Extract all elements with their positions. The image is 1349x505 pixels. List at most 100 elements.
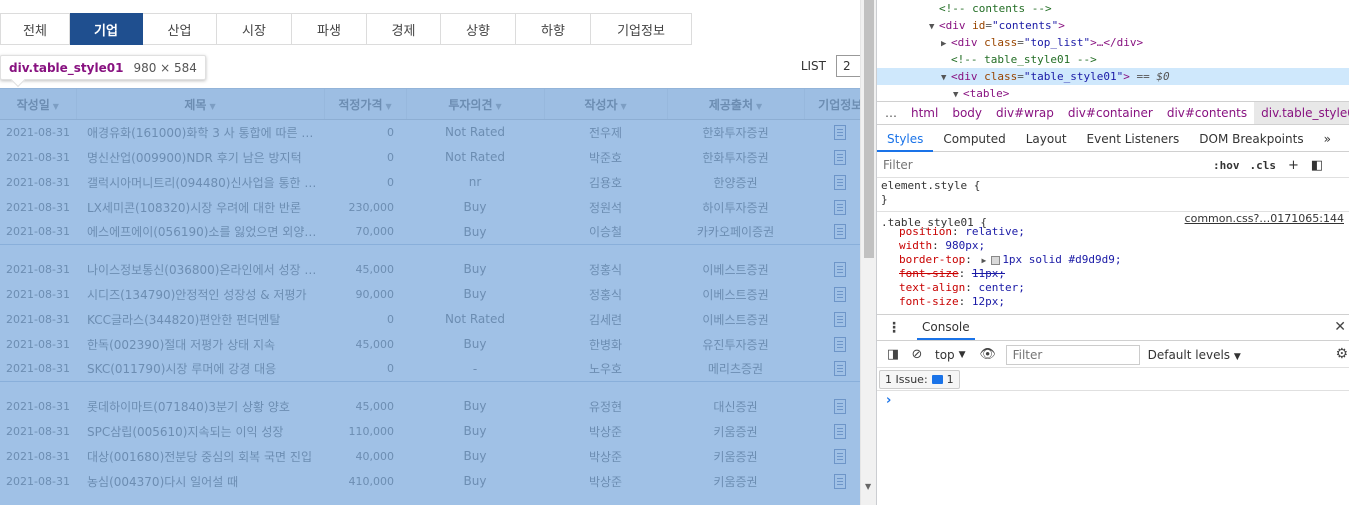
dom-node-line[interactable]: ▶ <div class="top_list">…</div> [877, 34, 1349, 51]
document-icon[interactable] [834, 336, 846, 352]
console-tab[interactable]: Console [917, 315, 975, 340]
breadcrumb-overflow[interactable]: … [877, 102, 904, 124]
panel-tab[interactable]: Styles [877, 126, 934, 152]
col-header-source[interactable]: 제공출처 ▼ [666, 88, 804, 120]
col-header-title[interactable]: 제목 ▼ [75, 88, 324, 120]
report-title-link[interactable]: LX세미콘(108320)시장 우려에 대한 반론 [76, 195, 324, 220]
more-tabs-icon[interactable]: » [1314, 126, 1341, 152]
col-header-date[interactable]: 작성일 ▼ [0, 88, 76, 120]
issues-button[interactable]: 1 Issue: 1 [879, 370, 960, 389]
new-rule-icon[interactable]: + [1288, 158, 1299, 173]
dom-node-line[interactable]: ▼ <table> [877, 85, 1349, 98]
clear-console-icon[interactable]: ⊘ [909, 347, 925, 363]
report-title-link[interactable]: 롯데하이마트(071840)3분기 상황 양호 [76, 394, 324, 419]
console-filter-input[interactable] [1005, 344, 1140, 365]
document-icon[interactable] [834, 361, 846, 377]
tab-3[interactable]: 산업 [143, 13, 217, 45]
dom-node-line[interactable]: ▼ <div class="table_style01"> == $0 [877, 68, 1349, 85]
document-icon[interactable] [834, 311, 846, 327]
page-scrollbar[interactable]: ▼ [860, 0, 876, 505]
report-title-link[interactable]: 에스에프에이(056190)소를 잃었으면 외양간을 [76, 219, 324, 245]
report-title-link[interactable]: SKC(011790)시장 루머에 강경 대응 [76, 356, 324, 382]
breadcrumb-item[interactable]: div#wrap [989, 102, 1061, 124]
report-title-link[interactable]: 한독(002390)절대 저평가 상태 지속 [76, 332, 324, 357]
toggle-sidebar-icon[interactable]: ◧ [1311, 158, 1323, 173]
document-icon[interactable] [834, 286, 846, 302]
breadcrumb-item[interactable]: html [904, 102, 945, 124]
tab-6[interactable]: 경제 [367, 13, 441, 45]
col-header-author[interactable]: 작성자 ▼ [543, 88, 667, 120]
css-property[interactable]: position: relative; [877, 225, 1349, 239]
document-icon[interactable] [834, 224, 846, 240]
dom-node-line[interactable]: <!-- table_style01 --> [877, 51, 1349, 68]
breadcrumb-item[interactable]: div#container [1061, 102, 1160, 124]
dom-node-line[interactable]: <!-- contents --> [877, 0, 1349, 17]
report-title-link[interactable]: 나이스정보통신(036800)온라인에서 성장 지속 [76, 257, 324, 282]
report-title-link[interactable]: SPC삼립(005610)지속되는 이익 성장 [76, 419, 324, 444]
log-levels-dropdown[interactable]: Default levels ▼ [1148, 348, 1241, 362]
report-title-link[interactable]: 시디즈(134790)안정적인 성장성 & 저평가 [76, 282, 324, 307]
css-property[interactable]: width: 980px; [877, 239, 1349, 253]
document-icon[interactable] [834, 261, 846, 277]
scrollbar-thumb[interactable] [864, 0, 874, 258]
sidebar-toggle-icon[interactable]: ◨ [885, 347, 901, 363]
panel-tab[interactable]: DOM Breakpoints [1189, 126, 1313, 152]
panel-tab[interactable]: Layout [1016, 126, 1077, 152]
group-separator [0, 382, 860, 394]
color-swatch[interactable] [991, 255, 1001, 265]
levels-label: Default levels [1147, 347, 1231, 362]
report-title-link[interactable]: 애경유화(161000)화학 3 사 통합에 따른 시너지 [76, 120, 324, 145]
report-title-link[interactable]: 대상(001680)전분당 중심의 회복 국면 진입 [76, 444, 324, 469]
close-drawer-icon[interactable]: ✕ [1334, 319, 1346, 335]
document-icon[interactable] [834, 149, 846, 165]
css-property[interactable]: font-size: 12px; [877, 295, 1349, 309]
document-icon[interactable] [834, 398, 846, 414]
expanded-triangle-icon[interactable]: ▼ [953, 87, 963, 98]
tab-1[interactable]: 전체 [0, 13, 70, 45]
document-icon[interactable] [834, 423, 846, 439]
css-property[interactable]: text-align: center; [877, 281, 1349, 295]
col-header-opinion[interactable]: 투자의견 ▼ [405, 88, 544, 120]
document-icon[interactable] [834, 448, 846, 464]
breadcrumb-item[interactable]: div#contents [1160, 102, 1254, 124]
document-icon[interactable] [834, 174, 846, 190]
report-title-link[interactable]: 갤럭시아머니트리(094480)신사업을 통한 성장 [76, 170, 324, 195]
live-expression-eye-icon[interactable]: 👁 [979, 347, 996, 363]
console-prompt[interactable]: › [886, 393, 891, 408]
tab-8[interactable]: 하향 [516, 13, 591, 45]
document-icon[interactable] [834, 124, 846, 140]
tab-7[interactable]: 상향 [441, 13, 516, 45]
report-title-link[interactable]: 농심(004370)다시 일어설 때 [76, 469, 324, 494]
list-select[interactable]: 2 [836, 55, 860, 77]
dom-node-line[interactable]: ▼ <div id="contents"> [877, 17, 1349, 34]
tab-2[interactable]: 기업 [70, 13, 143, 45]
list-control: LIST 2 [801, 55, 860, 77]
report-date: 2021-08-31 [6, 150, 70, 164]
cls-toggle[interactable]: .cls [1250, 159, 1277, 172]
css-property[interactable]: font-size: 11px; [877, 267, 1349, 281]
shorthand-expand-icon[interactable]: ▶ [981, 256, 986, 265]
document-icon[interactable] [834, 473, 846, 489]
drawer-menu-icon[interactable]: ⋮ [887, 320, 901, 336]
panel-tab[interactable]: Event Listeners [1077, 126, 1190, 152]
tab-4[interactable]: 시장 [217, 13, 292, 45]
document-icon[interactable] [834, 199, 846, 215]
report-title-link[interactable]: 명신산업(009900)NDR 후기 남은 방지턱 [76, 145, 324, 170]
tab-5[interactable]: 파생 [292, 13, 367, 45]
report-title-link[interactable]: KCC글라스(344820)편안한 펀더멘탈 [76, 307, 324, 332]
css-source-link[interactable]: common.css?…0171065:144 [1185, 212, 1344, 226]
tab-9[interactable]: 기업정보 [591, 13, 692, 45]
breadcrumb-item[interactable]: body [945, 102, 989, 124]
console-settings-gear-icon[interactable]: ⚙ [1335, 346, 1348, 362]
styles-filter-input[interactable] [883, 155, 1203, 175]
hov-toggle[interactable]: :hov [1213, 159, 1240, 172]
css-property-value: center; [978, 281, 1025, 294]
css-property[interactable]: border-top: ▶ 1px solid #d9d9d9; [877, 253, 1349, 267]
panel-tab[interactable]: Computed [933, 126, 1015, 152]
context-select[interactable]: top ▼ [935, 348, 966, 362]
company-info-cell [804, 419, 860, 444]
scroll-down-arrow-icon[interactable]: ▼ [865, 482, 871, 491]
breadcrumb-item[interactable]: div.table_style01 [1254, 102, 1349, 124]
investment-opinion: Not Rated [445, 125, 505, 140]
col-header-target-price[interactable]: 적정가격 ▼ [323, 88, 406, 120]
